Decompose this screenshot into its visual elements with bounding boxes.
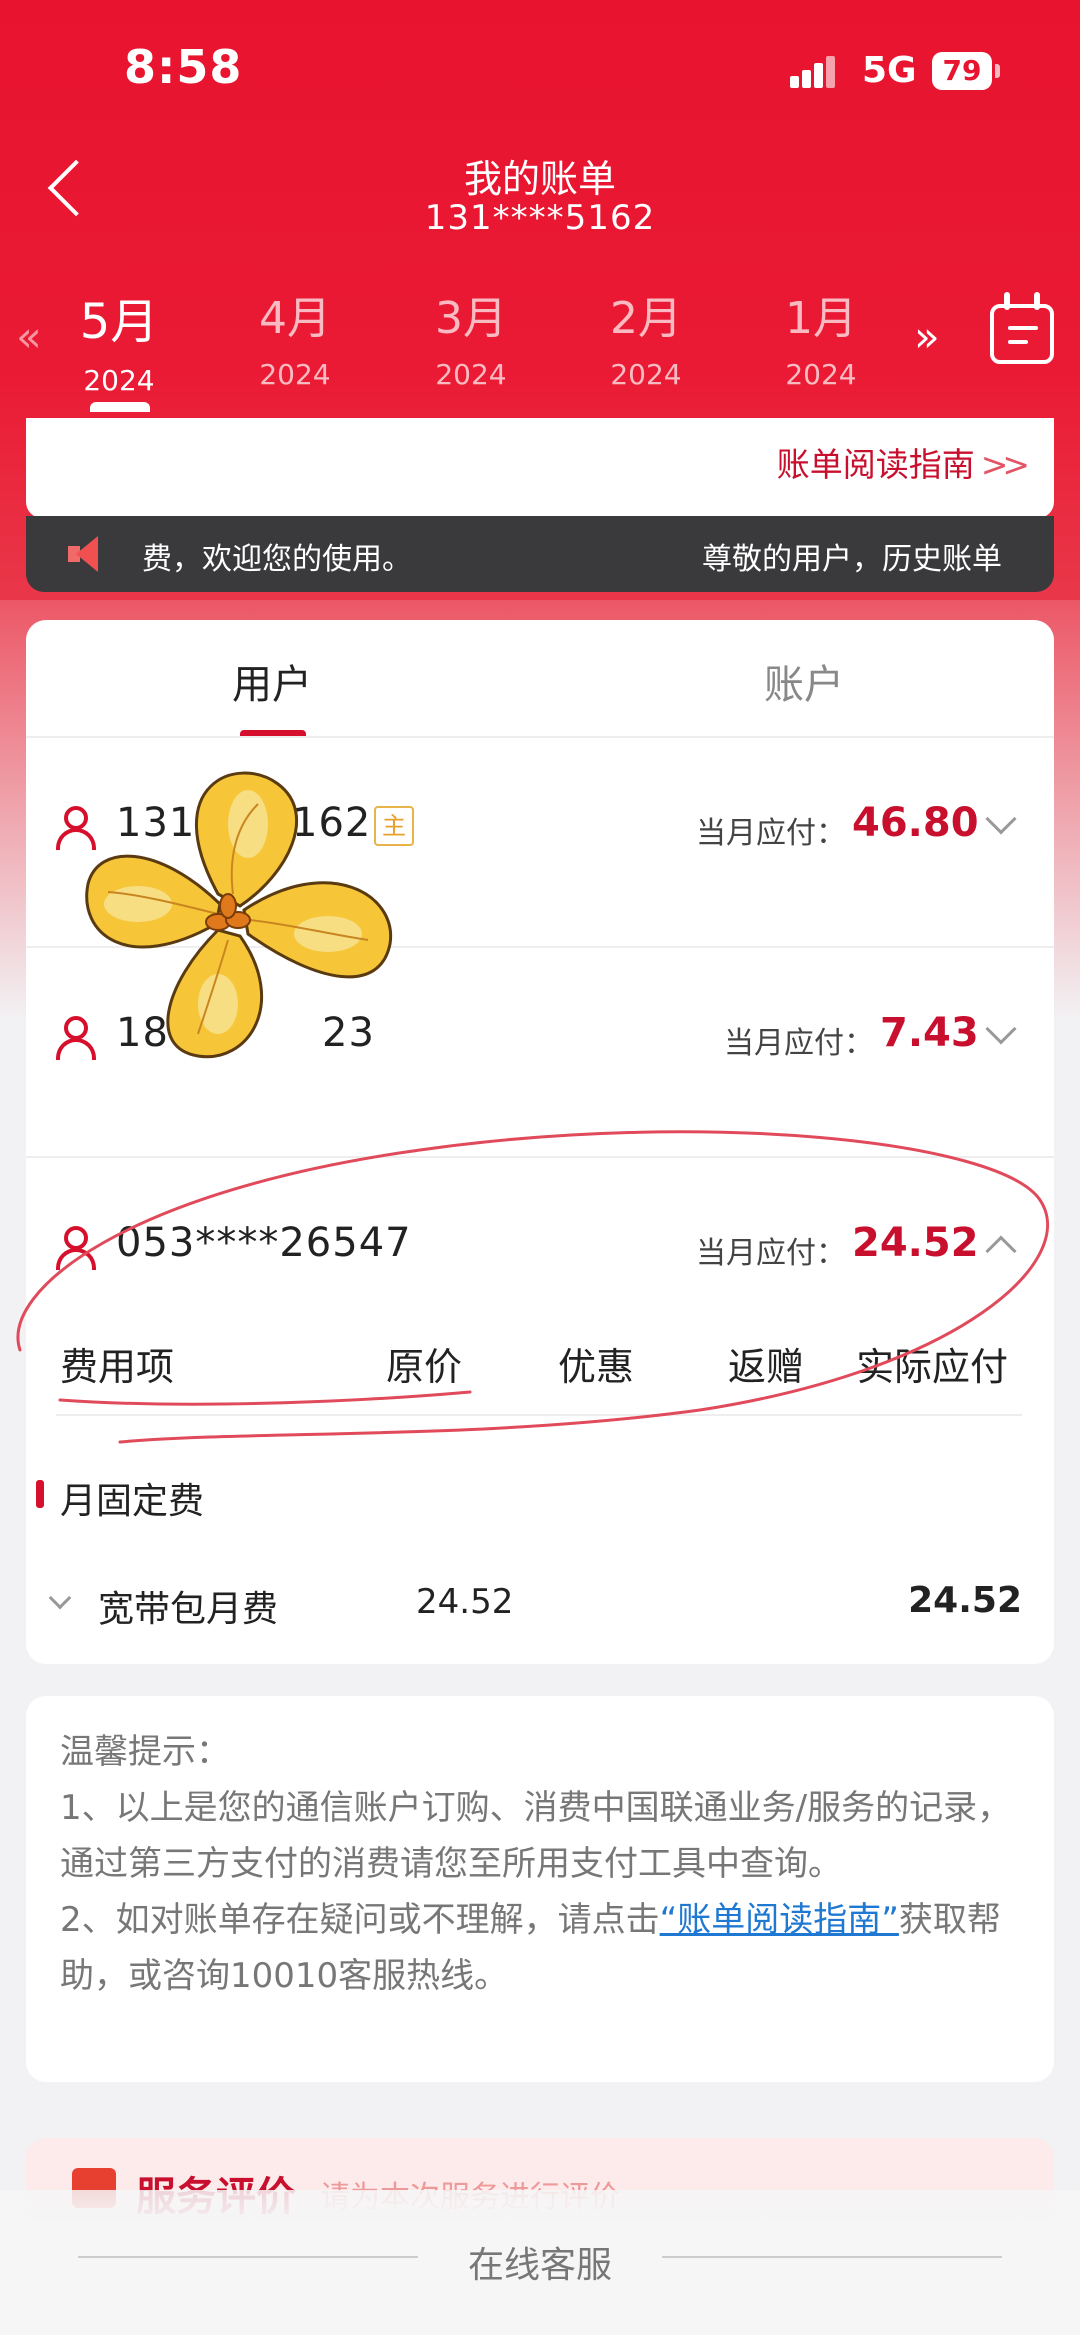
tips-line-2: 2、如对账单存在疑问或不理解，请点击“账单阅读指南”获取帮助，或咨询10010客…: [60, 1900, 1001, 1996]
page-title: 我的账单: [463, 157, 616, 201]
page-subtitle-phone: 131****5162: [424, 198, 656, 238]
due-label: 当月应付：: [724, 1026, 874, 1061]
month-tab-0[interactable]: 5月 2024: [44, 282, 194, 397]
month-next-icon[interactable]: »: [914, 312, 940, 361]
speaker-icon: [68, 536, 108, 572]
fee-row-original: 24.52: [416, 1582, 514, 1622]
fee-group-title: 月固定费: [60, 1481, 205, 1522]
signal-icon: [790, 56, 838, 88]
due-label: 当月应付：: [696, 816, 846, 851]
hand-drawn-ellipse: [16, 1130, 1050, 1444]
tab-user[interactable]: 用户: [172, 652, 372, 710]
notice-text-left: 费，欢迎您的使用。: [142, 542, 412, 577]
bill-guide-link[interactable]: 账单阅读指南 >>: [777, 438, 1030, 486]
due-amount: 7.43: [880, 1010, 979, 1056]
month-tab-2[interactable]: 3月 2024: [396, 282, 546, 391]
month-tab-4[interactable]: 1月 2024: [746, 282, 896, 391]
month-prev-icon[interactable]: «: [16, 312, 42, 361]
tips-title: 温馨提示：: [60, 1732, 230, 1772]
notice-text-right: 尊敬的用户，历史账单: [702, 542, 1002, 577]
month-active-indicator: [90, 402, 150, 412]
double-chevron-icon: >>: [980, 445, 1030, 484]
group-marker: [36, 1480, 44, 1508]
calendar-ring: [1004, 292, 1010, 310]
tips-content: 温馨提示： 1、以上是您的通信账户订购、消费中国联通业务/服务的记录，通过第三方…: [60, 1724, 1020, 2004]
due-amount: 46.80: [852, 800, 979, 846]
tips-guide-link[interactable]: “账单阅读指南”: [660, 1900, 899, 1940]
battery-icon: 79: [932, 52, 992, 90]
calendar-icon[interactable]: [990, 304, 1054, 364]
month-tab-3[interactable]: 2月 2024: [571, 282, 721, 391]
fee-row-name[interactable]: 宽带包月费: [98, 1580, 278, 1632]
tips-line-1: 1、以上是您的通信账户订购、消费中国联通业务/服务的记录，通过第三方支付的消费请…: [60, 1788, 1012, 1884]
flower-sticker: [85, 771, 393, 1059]
battery-tip: [995, 64, 1000, 78]
online-service-button[interactable]: 在线客服: [0, 2236, 1080, 2288]
month-tab-1[interactable]: 4月 2024: [220, 282, 370, 391]
network-type: 5G: [862, 50, 917, 91]
divider: [26, 736, 1054, 738]
fee-row-actual: 24.52: [908, 1580, 1022, 1621]
tab-account[interactable]: 账户: [704, 652, 904, 710]
calendar-ring: [1034, 292, 1040, 310]
status-time: 8:58: [124, 40, 243, 94]
